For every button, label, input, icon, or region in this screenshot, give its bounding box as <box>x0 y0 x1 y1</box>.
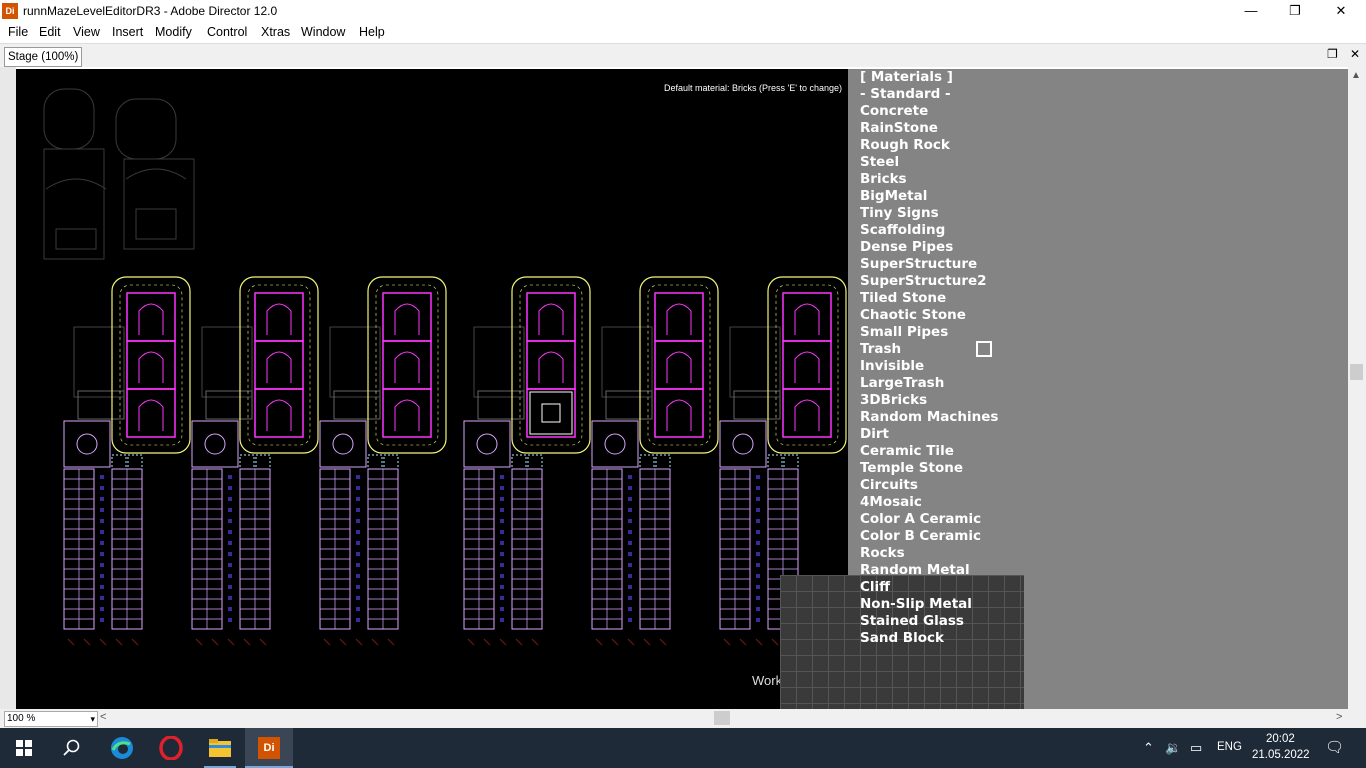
director-taskbar-icon[interactable]: Di <box>245 728 293 768</box>
stage-canvas: Default material: Bricks (Press 'E' to c… <box>0 67 1348 709</box>
material-item[interactable]: Circuits <box>860 477 918 493</box>
material-item[interactable]: Cliff <box>860 579 890 595</box>
menu-window[interactable]: Window <box>301 25 345 39</box>
materials-panel: [ Materials ] - Standard - Concrete RainSt… <box>860 69 1340 709</box>
material-item[interactable]: Chaotic Stone <box>860 307 966 323</box>
menu-insert[interactable]: Insert <box>112 25 143 39</box>
material-item[interactable]: Dirt <box>860 426 889 442</box>
material-item[interactable]: Color A Ceramic <box>860 511 981 527</box>
taskbar: Di ⌃ 🔉 ▭ ENG 20:02 21.05.2022 🗨 <box>0 728 1366 768</box>
vertical-scroll-thumb[interactable] <box>1350 364 1363 380</box>
stage: Default material: Bricks (Press 'E' to c… <box>16 69 1348 709</box>
material-item[interactable]: Tiny Signs <box>860 205 939 221</box>
machine-column <box>463 276 591 646</box>
material-item[interactable]: Small Pipes <box>860 324 948 340</box>
machine-column <box>191 276 319 646</box>
material-item[interactable]: Rocks <box>860 545 905 561</box>
machine-column <box>591 276 719 646</box>
zoom-value: 100 % <box>7 713 36 724</box>
material-item[interactable]: Bricks <box>860 171 907 187</box>
title-bar: Di runnMazeLevelEditorDR3 - Adobe Direct… <box>0 0 1366 22</box>
material-item[interactable]: Temple Stone <box>860 460 963 476</box>
background-props <box>43 88 195 260</box>
material-item[interactable]: Ceramic Tile <box>860 443 954 459</box>
material-item[interactable]: BigMetal <box>860 188 927 204</box>
material-item[interactable]: LargeTrash <box>860 375 944 391</box>
material-item[interactable]: - Standard - <box>860 86 951 102</box>
material-item[interactable]: 3DBricks <box>860 392 927 408</box>
menu-file[interactable]: File <box>8 25 28 39</box>
menu-help[interactable]: Help <box>359 25 385 39</box>
material-item[interactable]: Rough Rock <box>860 137 950 153</box>
menu-bar: File Edit View Insert Modify Control Xtr… <box>0 22 1366 43</box>
minimize-button[interactable]: — <box>1228 0 1274 22</box>
material-item[interactable]: Invisible <box>860 358 924 374</box>
machine-column <box>63 276 191 646</box>
material-item[interactable]: Random Machines <box>860 409 998 425</box>
director-app-icon: Di <box>2 3 18 19</box>
maximize-button[interactable]: ❐ <box>1272 0 1318 22</box>
search-icon[interactable] <box>48 728 96 768</box>
level-geometry <box>43 88 847 646</box>
material-preview-checkbox[interactable] <box>976 341 992 357</box>
material-item[interactable]: Color B Ceramic <box>860 528 981 544</box>
menu-control[interactable]: Control <box>207 25 247 39</box>
menu-xtras[interactable]: Xtras <box>261 25 290 39</box>
windows-start-icon[interactable] <box>0 728 48 768</box>
stage-close-button[interactable]: ✕ <box>1350 47 1360 61</box>
chevron-down-icon: ▾ <box>90 714 95 724</box>
material-item[interactable]: Stained Glass <box>860 613 964 629</box>
vertical-scrollbar[interactable]: ▲ <box>1348 67 1366 709</box>
material-item[interactable]: Random Metal <box>860 562 970 578</box>
stage-left-edge <box>0 67 16 709</box>
director-icon-label: Di <box>258 737 280 759</box>
materials-title: [ Materials ] <box>860 69 953 85</box>
menu-modify[interactable]: Modify <box>155 25 192 39</box>
material-item[interactable]: Steel <box>860 154 899 170</box>
material-item[interactable]: SuperStructure <box>860 256 977 272</box>
stage-header: Stage (100%) ❐ ✕ <box>0 43 1366 68</box>
stage-restore-button[interactable]: ❐ <box>1327 47 1338 61</box>
menu-edit[interactable]: Edit <box>39 25 61 39</box>
material-item[interactable]: Tiled Stone <box>860 290 946 306</box>
network-icon[interactable]: ▭ <box>1190 740 1202 756</box>
zoom-select[interactable]: 100 % ▾ <box>4 711 98 727</box>
default-material-label: Default material: Bricks (Press 'E' to c… <box>663 83 842 93</box>
stage-tab[interactable]: Stage (100%) <box>4 47 83 67</box>
chevron-up-icon[interactable]: ⌃ <box>1143 740 1154 756</box>
scroll-left-icon[interactable]: < <box>100 711 106 723</box>
clock-date[interactable]: 21.05.2022 <box>1252 749 1310 761</box>
material-item[interactable]: Non-Slip Metal <box>860 596 972 612</box>
material-item[interactable]: Dense Pipes <box>860 239 953 255</box>
notification-icon[interactable]: 🗨 <box>1325 738 1344 756</box>
machine-column <box>319 276 447 646</box>
file-explorer-icon[interactable] <box>196 728 244 768</box>
menu-view[interactable]: View <box>73 25 100 39</box>
opera-browser-icon[interactable] <box>147 728 195 768</box>
scroll-right-icon[interactable]: > <box>1336 711 1342 723</box>
material-item[interactable]: Concrete <box>860 103 928 119</box>
status-bar: 100 % ▾ < > <box>0 709 1366 728</box>
clock-time[interactable]: 20:02 <box>1266 733 1295 745</box>
material-item[interactable]: RainStone <box>860 120 938 136</box>
window-title: runnMazeLevelEditorDR3 - Adobe Director … <box>23 4 278 18</box>
volume-icon[interactable]: 🔉 <box>1165 740 1181 756</box>
material-item[interactable]: Trash <box>860 341 901 357</box>
material-item[interactable]: 4Mosaic <box>860 494 922 510</box>
language-indicator[interactable]: ENG <box>1217 741 1242 753</box>
close-button[interactable]: ✕ <box>1318 0 1364 22</box>
material-item[interactable]: Scaffolding <box>860 222 945 238</box>
edge-browser-icon[interactable] <box>98 728 146 768</box>
scroll-up-icon[interactable]: ▲ <box>1351 70 1361 81</box>
material-item[interactable]: Sand Block <box>860 630 944 646</box>
material-item[interactable]: SuperStructure2 <box>860 273 987 289</box>
level-editor-view[interactable]: Default material: Bricks (Press 'E' to c… <box>16 69 848 709</box>
horizontal-scroll-thumb[interactable] <box>714 711 730 725</box>
